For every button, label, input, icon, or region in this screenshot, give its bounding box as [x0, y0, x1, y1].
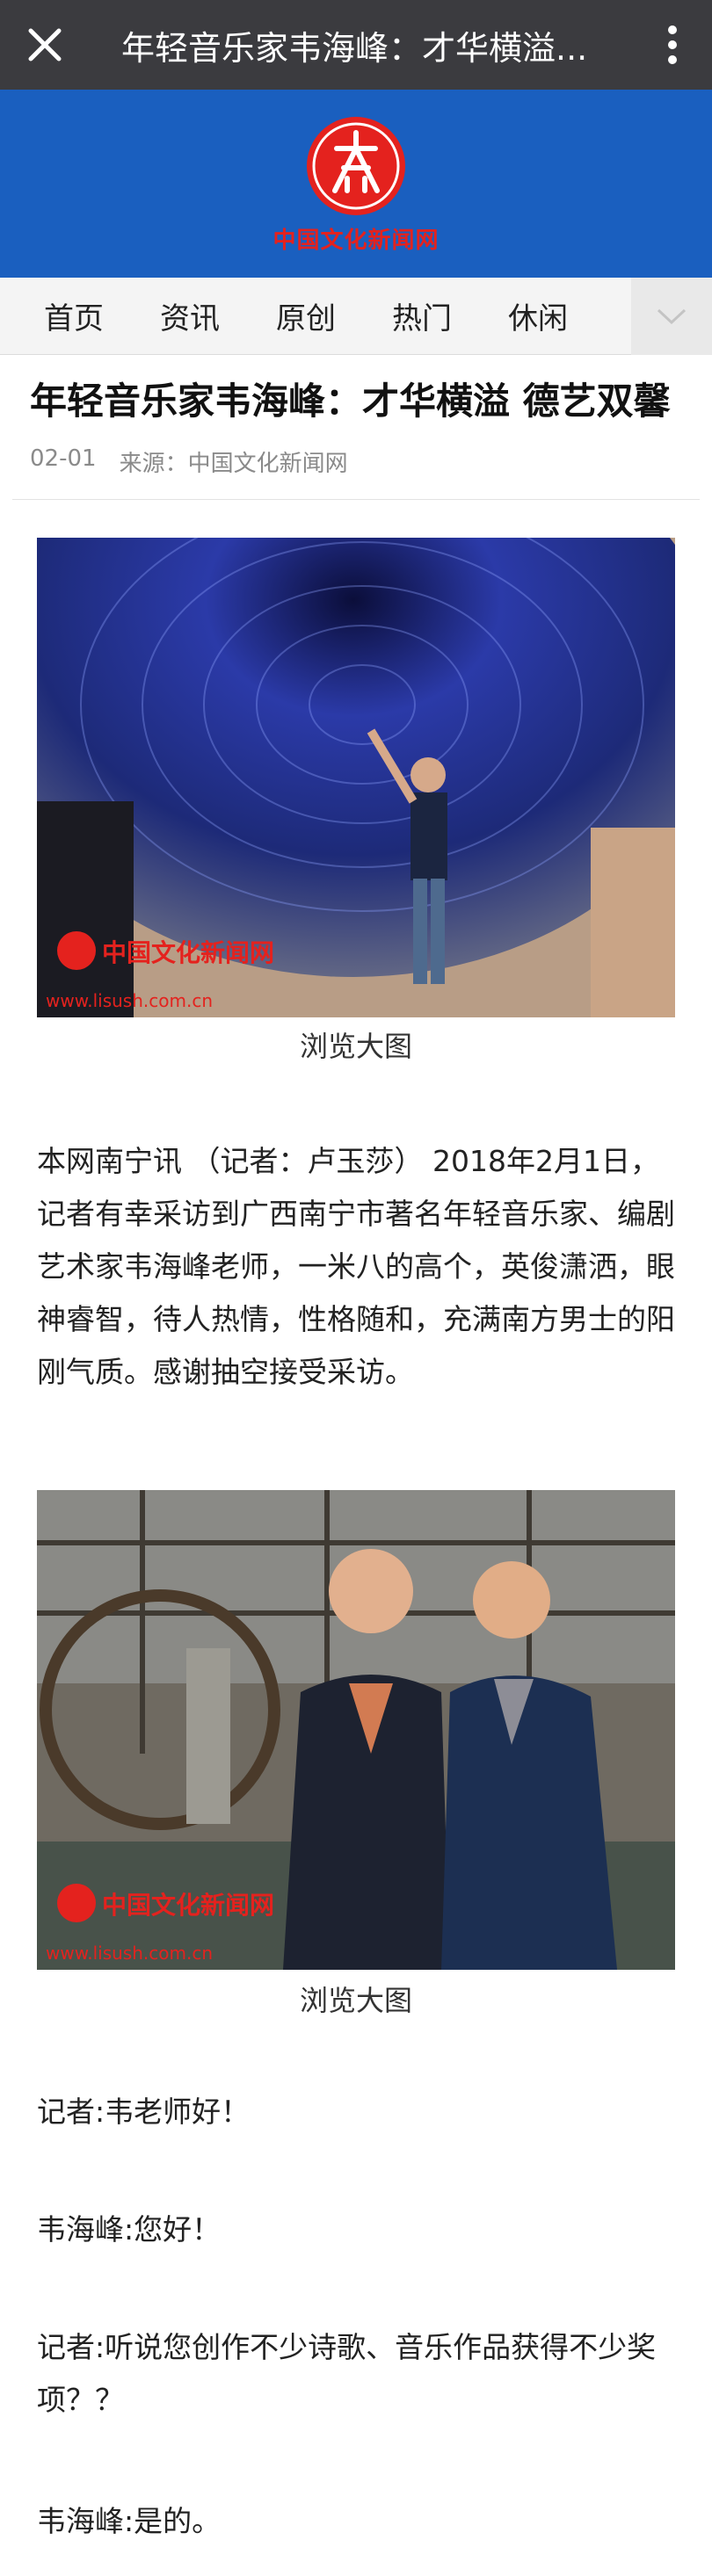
- dialogue-line: 韦海峰:您好！: [37, 2212, 222, 2247]
- nav-dropdown-button[interactable]: [631, 278, 712, 355]
- watermark-url: www.lisush.com.cn: [46, 1943, 213, 1964]
- window-title: 年轻音乐家韦海峰：才华横溢...: [121, 28, 588, 68]
- chevron-down-icon: [657, 308, 687, 325]
- watermark-url: www.lisush.com.cn: [46, 990, 213, 1011]
- nav-item-news[interactable]: 资讯: [134, 294, 220, 337]
- swirl-photo: 中国文化新闻网 www.lisush.com.cn: [37, 538, 675, 1017]
- nav-item-leisure[interactable]: 休闲: [482, 294, 568, 337]
- article-headline: 年轻音乐家韦海峰：才华横溢 德艺双馨: [30, 380, 671, 423]
- nav-bar: 首页 资讯 原创 热门 休闲: [0, 278, 712, 355]
- site-header: 中国文化新闻网: [0, 90, 712, 278]
- article-date: 02-01: [30, 445, 97, 472]
- more-button[interactable]: [633, 0, 712, 90]
- nav-item-original[interactable]: 原创: [250, 294, 336, 337]
- nav-item-hot[interactable]: 热门: [366, 294, 452, 337]
- divider: [12, 498, 700, 500]
- article: 年轻音乐家韦海峰：才华横溢 德艺双馨 02-01 来源：中国文化新闻网: [0, 355, 712, 500]
- more-vertical-icon: [668, 25, 677, 64]
- site-logo-text: 中国文化新闻网: [272, 221, 440, 255]
- watermark-logo: 中国文化新闻网: [102, 1891, 274, 1920]
- article-image-2[interactable]: 中国文化新闻网 www.lisush.com.cn: [37, 1490, 675, 1970]
- close-icon: [28, 28, 62, 62]
- close-button[interactable]: [0, 0, 90, 90]
- site-logo[interactable]: [303, 113, 409, 219]
- image-caption-1[interactable]: 浏览大图: [0, 1024, 712, 1065]
- dialogue-line: 韦海峰:是的。: [37, 2504, 222, 2538]
- nav-item-home[interactable]: 首页: [0, 294, 104, 337]
- article-image-1[interactable]: 中国文化新闻网 www.lisush.com.cn: [37, 538, 675, 1017]
- dialogue-line: 记者:韦老师好！: [37, 2095, 251, 2129]
- watermark-logo: 中国文化新闻网: [102, 938, 274, 967]
- dialogue-line: 记者:听说您创作不少诗歌、音乐作品获得不少奖项？？: [37, 2330, 657, 2417]
- article-intro: 本网南宁讯 （记者：卢玉莎） 2018年2月1日，记者有幸采访到广西南宁市著名年…: [37, 1144, 675, 1389]
- title-bar: 年轻音乐家韦海峰：才华横溢...: [0, 0, 712, 90]
- article-meta: 02-01 来源：中国文化新闻网: [0, 426, 712, 478]
- portrait-photo: 中国文化新闻网 www.lisush.com.cn: [37, 1490, 675, 1970]
- image-caption-2[interactable]: 浏览大图: [0, 1979, 712, 2019]
- article-source: 来源：中国文化新闻网: [119, 450, 348, 477]
